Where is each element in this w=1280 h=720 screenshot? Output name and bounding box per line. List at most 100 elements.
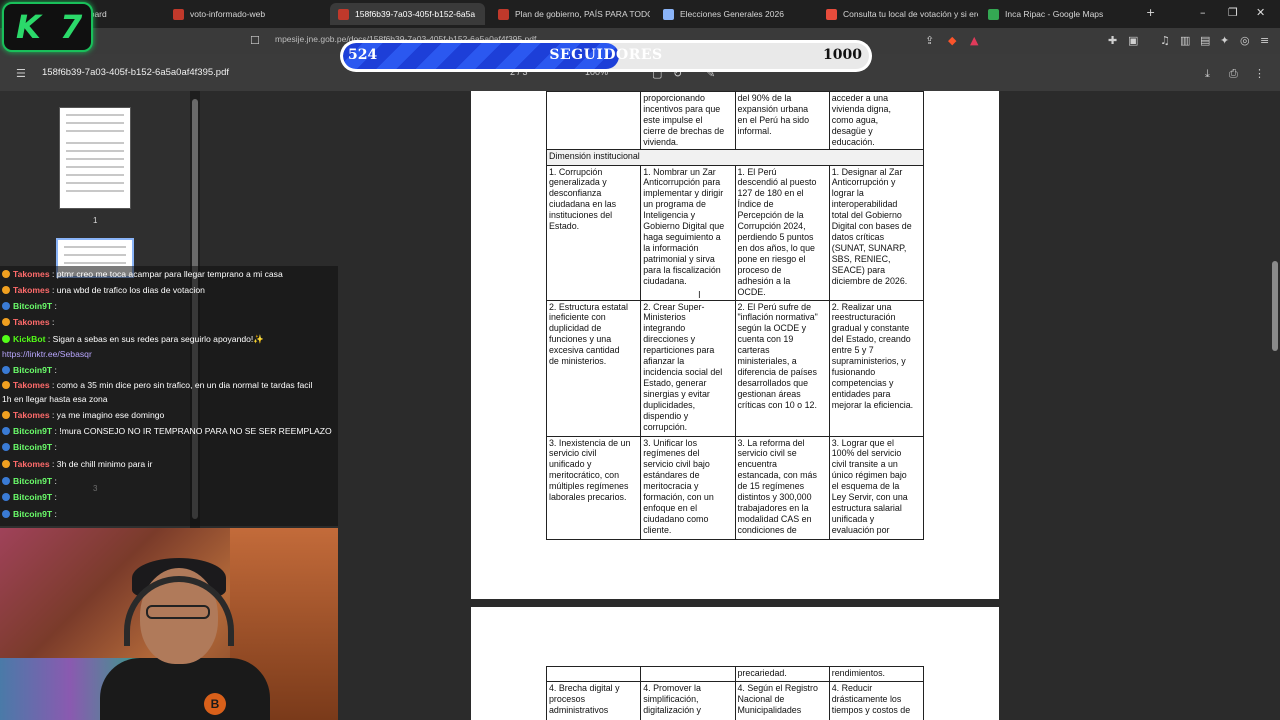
browser-tab[interactable]: Elecciones Generales 2026 bbox=[655, 3, 815, 25]
chat-text: !mura CONSEJO NO IR TEMPRANO PARA NO SE … bbox=[59, 426, 332, 436]
share-icon[interactable]: ⇪ bbox=[925, 34, 934, 47]
chat-message: https://linktr.ee/Sebasqr bbox=[2, 349, 92, 360]
chat-message: 1h en llegar hasta esa zona bbox=[2, 394, 108, 405]
user-badge-icon bbox=[2, 411, 10, 419]
chat-username[interactable]: Bitcoin9T bbox=[13, 492, 52, 502]
tab-favicon-icon bbox=[338, 8, 349, 20]
chat-username[interactable]: Takomes bbox=[13, 285, 50, 295]
chat-separator: : bbox=[52, 301, 57, 311]
tab-label: Plan de gobierno, PAÍS PARA TODOS bbox=[515, 9, 650, 19]
table-cell: 1. Designar al Zar Anticorrupción y logr… bbox=[828, 164, 925, 301]
table-row: proporcionando incentivos para que este … bbox=[545, 91, 925, 150]
chat-message: Takomes : ya me imagino ese domingo bbox=[2, 410, 164, 421]
brave-shield-icon[interactable]: ◆ bbox=[948, 34, 956, 47]
sidebar-toggle-icon[interactable]: ▥ bbox=[1180, 34, 1190, 47]
extensions-icon[interactable]: ✚ bbox=[1108, 34, 1117, 47]
chat-separator: : bbox=[49, 317, 55, 327]
chat-separator: : bbox=[49, 410, 57, 420]
wallet-icon[interactable]: ▤ bbox=[1200, 34, 1210, 47]
vpn-icon[interactable]: ◎ bbox=[1240, 34, 1250, 47]
chat-text: ya me imagino ese domingo bbox=[56, 410, 165, 420]
table-cell: rendimientos. bbox=[828, 666, 925, 682]
chat-separator: : bbox=[49, 285, 57, 295]
restore-icon[interactable]: ❐ bbox=[1228, 6, 1238, 19]
tab-label: Elecciones Generales 2026 bbox=[680, 9, 784, 19]
close-window-icon[interactable]: ✕ bbox=[1256, 6, 1265, 19]
browser-tab-strip: board voto-informado-web 158f6b39-7a03-405… bbox=[0, 0, 1280, 28]
table-row: 3. Inexistencia de un servicio civil uni… bbox=[545, 435, 925, 540]
chat-username[interactable]: Takomes bbox=[13, 269, 50, 279]
user-badge-icon bbox=[2, 460, 10, 468]
table-cell: 4. Promover la simplificación, digitaliz… bbox=[640, 681, 736, 720]
chat-message: Takomes : como a 35 min dice pero sin tr… bbox=[2, 380, 312, 391]
follower-goal-label: SEGUIDORES bbox=[549, 47, 663, 63]
table-cell bbox=[545, 666, 642, 682]
browser-tab[interactable]: voto-informado-web bbox=[165, 3, 325, 25]
thumbnail-number-1: 1 bbox=[93, 216, 98, 225]
chat-username[interactable]: Takomes bbox=[13, 380, 50, 390]
chat-username[interactable]: Takomes bbox=[13, 317, 50, 327]
follower-goal-bar: SEGUIDORES 524 1000 bbox=[340, 40, 872, 72]
download-icon[interactable]: ⤓ bbox=[1205, 67, 1210, 81]
chat-username[interactable]: Bitcoin9T bbox=[13, 509, 52, 519]
chat-username[interactable]: Bitcoin9T bbox=[13, 365, 52, 375]
bookmark-icon[interactable]: ☐ bbox=[250, 34, 260, 47]
tab-label: Inca Ripac - Google Maps bbox=[1005, 9, 1104, 19]
table-cell: 1. Nombrar un Zar Anticorrupción para im… bbox=[640, 164, 736, 301]
tab-label: 158f6b39-7a03-405f-b152-6a5a bbox=[355, 9, 476, 19]
chat-username[interactable]: Bitcoin9T bbox=[13, 442, 52, 452]
channel-logo: K 7 bbox=[2, 2, 93, 52]
chat-username[interactable]: Bitcoin9T bbox=[13, 476, 52, 486]
media-icon[interactable]: ♫ bbox=[1160, 34, 1170, 47]
document-scrollbar[interactable] bbox=[1270, 91, 1280, 720]
chat-message: Bitcoin9T : bbox=[2, 365, 57, 376]
chat-separator: : bbox=[49, 459, 57, 469]
browser-tab[interactable]: 158f6b39-7a03-405f-b152-6a5a✕ bbox=[330, 3, 485, 25]
stream-chat-overlay: Takomes : ptmr creo me toca acampar para… bbox=[0, 266, 338, 526]
leo-icon[interactable]: ✦ bbox=[1220, 34, 1229, 47]
chat-separator: : bbox=[49, 380, 57, 390]
logo-letter-k: K bbox=[16, 8, 41, 46]
table-cell: 3. Lograr que el 100% del servicio civil… bbox=[828, 435, 925, 540]
tab-label: Consulta tu local de votación y si ere bbox=[843, 9, 978, 19]
table-cell: 4. Reducir drásticamente los tiempos y c… bbox=[828, 681, 925, 720]
chat-username[interactable]: KickBot bbox=[13, 334, 45, 344]
table-row: 2. Estructura estatal ineficiente con du… bbox=[545, 299, 925, 437]
table-cell: 4. Brecha digital y procesos administrat… bbox=[545, 681, 642, 720]
user-badge-icon bbox=[2, 510, 10, 518]
chat-message: Takomes : una wbd de trafico los dias de… bbox=[2, 285, 205, 296]
menu-icon[interactable]: ≡ bbox=[1260, 34, 1269, 47]
chat-username[interactable]: Bitcoin9T bbox=[13, 301, 52, 311]
table-cell: 1. Corrupción generalizada y desconfianz… bbox=[545, 164, 642, 301]
logo-number-7: 7 bbox=[60, 8, 83, 46]
table-row: 4. Brecha digital y procesos administrat… bbox=[545, 681, 925, 720]
chat-separator: : bbox=[52, 492, 57, 502]
chat-text: 3h de chill minimo para ir bbox=[56, 459, 153, 469]
chat-message: Bitcoin9T : bbox=[2, 492, 57, 503]
print-icon[interactable]: ⎙ bbox=[1229, 67, 1238, 81]
brave-rewards-icon[interactable]: ▲ bbox=[970, 34, 978, 47]
chat-username[interactable]: Bitcoin9T bbox=[13, 426, 52, 436]
table-cell: 2. Estructura estatal ineficiente con du… bbox=[545, 299, 642, 437]
hamburger-icon[interactable]: ☰ bbox=[16, 67, 26, 80]
browser-tab[interactable]: Plan de gobierno, PAÍS PARA TODOS bbox=[490, 3, 650, 25]
table-cell: 3. Unificar los regímenes del servicio c… bbox=[640, 435, 736, 540]
table-cell: 3. Inexistencia de un servicio civil uni… bbox=[545, 435, 642, 540]
user-badge-icon bbox=[2, 318, 10, 326]
text-cursor-icon: I bbox=[698, 290, 701, 301]
page-thumbnail-1[interactable] bbox=[59, 107, 131, 209]
chat-username[interactable]: Takomes bbox=[13, 459, 50, 469]
chat-message: Takomes : bbox=[2, 317, 54, 328]
chat-text[interactable]: https://linktr.ee/Sebasqr bbox=[2, 349, 92, 359]
user-badge-icon bbox=[2, 335, 10, 343]
chat-text: 1h en llegar hasta esa zona bbox=[2, 394, 108, 404]
screen: board voto-informado-web 158f6b39-7a03-405… bbox=[0, 0, 1280, 720]
new-tab-button[interactable]: + bbox=[1146, 6, 1155, 19]
chat-username[interactable]: Takomes bbox=[13, 410, 50, 420]
chat-separator: : bbox=[52, 476, 57, 486]
tab-search-icon[interactable]: ▣ bbox=[1128, 34, 1138, 47]
browser-tab[interactable]: Consulta tu local de votación y si ere bbox=[818, 3, 978, 25]
more-vertical-icon[interactable]: ⋮ bbox=[1254, 67, 1265, 80]
minimize-icon[interactable]: – bbox=[1200, 6, 1206, 19]
browser-tab[interactable]: Inca Ripac - Google Maps bbox=[980, 3, 1130, 25]
